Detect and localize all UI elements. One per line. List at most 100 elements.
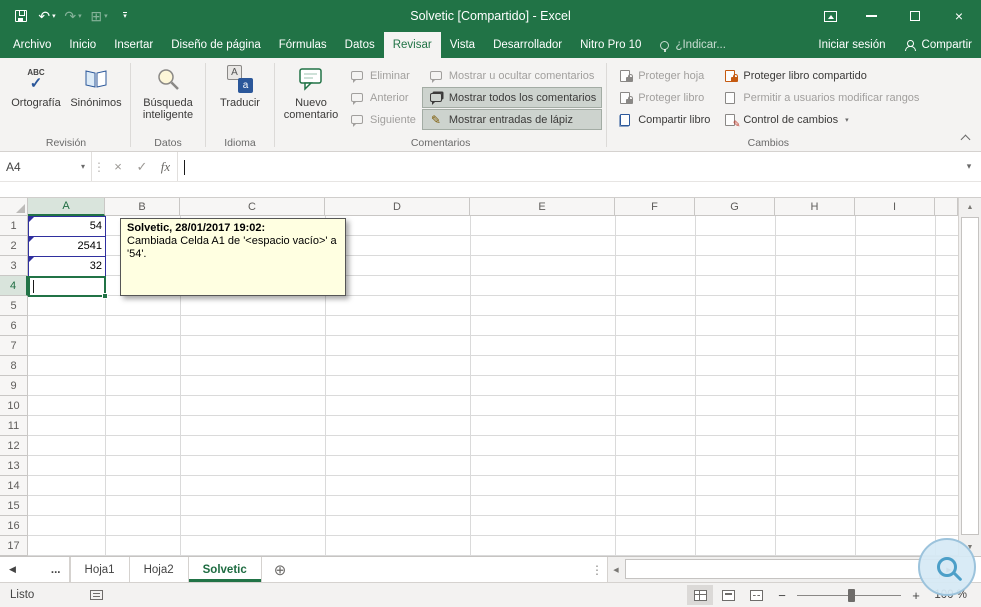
- select-all-button[interactable]: [0, 198, 28, 216]
- active-cell-a4[interactable]: [28, 276, 108, 299]
- tab-formulas[interactable]: Fórmulas: [270, 32, 336, 58]
- protect-sheet-button[interactable]: Proteger hoja: [611, 65, 716, 86]
- translate-button[interactable]: A a Traducir: [210, 61, 270, 135]
- formula-input[interactable]: [178, 152, 957, 181]
- column-header-i[interactable]: I: [855, 198, 935, 216]
- tracked-change-comment-box[interactable]: Solvetic, 28/01/2017 19:02: Cambiada Cel…: [120, 218, 346, 296]
- column-header-f[interactable]: F: [615, 198, 695, 216]
- column-header-c[interactable]: C: [180, 198, 325, 216]
- row-header-14[interactable]: 14: [0, 476, 28, 496]
- tab-diseno-de-pagina[interactable]: Diseño de página: [162, 32, 270, 58]
- column-header-d[interactable]: D: [325, 198, 470, 216]
- delete-comment-button[interactable]: Eliminar: [343, 65, 422, 86]
- zoom-in-button[interactable]: +: [903, 588, 929, 603]
- fill-handle[interactable]: [102, 293, 108, 299]
- collapse-ribbon-button[interactable]: [960, 134, 971, 145]
- column-header-b[interactable]: B: [105, 198, 180, 216]
- tab-nitro-pro-10[interactable]: Nitro Pro 10: [571, 32, 650, 58]
- zoom-level[interactable]: 100 %: [929, 589, 981, 601]
- formula-bar-drag-handle[interactable]: ⋮: [92, 152, 106, 181]
- sheet-overflow-button[interactable]: ...: [43, 557, 70, 582]
- column-header-partial[interactable]: [935, 198, 958, 216]
- name-box[interactable]: A4 ▾: [0, 152, 92, 181]
- row-header-15[interactable]: 15: [0, 496, 28, 516]
- zoom-slider-thumb[interactable]: [847, 589, 855, 602]
- row-header-1[interactable]: 1: [0, 216, 28, 236]
- customize-qat-button[interactable]: ▾: [114, 3, 136, 29]
- thesaurus-button[interactable]: Sinónimos: [66, 61, 126, 135]
- show-ink-button[interactable]: ✎ Mostrar entradas de lápiz: [421, 109, 603, 130]
- tab-datos[interactable]: Datos: [336, 32, 384, 58]
- row-header-8[interactable]: 8: [0, 356, 28, 376]
- show-hide-comments-button[interactable]: Mostrar u ocultar comentarios: [422, 65, 602, 86]
- vertical-scrollbar[interactable]: ▲ ▼: [958, 198, 981, 556]
- worksheet-area[interactable]: A B C D E F G H I 1 2 3 4 5 6 7 8 9 10 1…: [0, 198, 958, 556]
- scroll-down-button[interactable]: ▼: [959, 538, 981, 556]
- track-changes-button[interactable]: ✎ Control de cambios ▾: [716, 109, 925, 130]
- qat-extra-button[interactable]: ⊞ ▾: [88, 3, 110, 29]
- ribbon-display-options-button[interactable]: [811, 0, 849, 32]
- row-header-4[interactable]: 4: [0, 276, 28, 296]
- smart-lookup-button[interactable]: Búsqueda inteligente: [135, 61, 201, 135]
- row-header-11[interactable]: 11: [0, 416, 28, 436]
- row-header-7[interactable]: 7: [0, 336, 28, 356]
- column-header-g[interactable]: G: [695, 198, 775, 216]
- tell-me-box[interactable]: ¿Indicar...: [650, 32, 736, 58]
- column-header-e[interactable]: E: [470, 198, 615, 216]
- page-layout-view-button[interactable]: [715, 585, 741, 605]
- new-comment-button[interactable]: Nuevo comentario: [279, 61, 343, 135]
- tab-insertar[interactable]: Insertar: [105, 32, 162, 58]
- maximize-button[interactable]: [893, 0, 937, 32]
- accept-entry-button[interactable]: ✓: [130, 152, 154, 181]
- close-button[interactable]: ×: [937, 0, 981, 32]
- insert-function-button[interactable]: fx: [154, 152, 178, 181]
- tab-desarrollador[interactable]: Desarrollador: [484, 32, 571, 58]
- show-all-comments-button[interactable]: Mostrar todos los comentarios: [421, 87, 603, 108]
- spelling-button[interactable]: ABC ✓ Ortografía: [6, 61, 66, 135]
- column-header-a[interactable]: A: [28, 198, 105, 216]
- row-header-13[interactable]: 13: [0, 456, 28, 476]
- scroll-right-button[interactable]: ▶: [941, 566, 957, 574]
- sheet-tab-hoja1[interactable]: Hoja1: [69, 557, 130, 582]
- cells-canvas[interactable]: 54 2541 32 Solvetic, 28/01/2017 19:02: C…: [28, 216, 958, 556]
- zoom-out-button[interactable]: −: [769, 588, 795, 603]
- minimize-button[interactable]: [849, 0, 893, 32]
- share-workbook-button[interactable]: Compartir libro: [611, 109, 716, 130]
- scroll-left-button[interactable]: ◀: [608, 566, 624, 574]
- changed-cell-a2[interactable]: 2541: [28, 236, 106, 257]
- tab-revisar[interactable]: Revisar: [383, 32, 441, 58]
- save-button[interactable]: [10, 3, 32, 29]
- tab-bar-drag-handle[interactable]: ⋮: [587, 557, 607, 582]
- row-header-12[interactable]: 12: [0, 436, 28, 456]
- horizontal-scroll-track[interactable]: [624, 557, 941, 582]
- row-header-17[interactable]: 17: [0, 536, 28, 556]
- sign-in-button[interactable]: Iniciar sesión: [809, 32, 894, 58]
- row-header-2[interactable]: 2: [0, 236, 28, 256]
- column-header-h[interactable]: H: [775, 198, 855, 216]
- row-header-6[interactable]: 6: [0, 316, 28, 336]
- protect-shared-workbook-button[interactable]: Proteger libro compartido: [716, 65, 925, 86]
- new-sheet-button[interactable]: ⊕: [274, 557, 287, 582]
- row-header-5[interactable]: 5: [0, 296, 28, 316]
- undo-button[interactable]: ↶ ▾: [36, 3, 58, 29]
- next-comment-button[interactable]: Siguiente: [343, 109, 422, 130]
- changed-cell-a3[interactable]: 32: [28, 256, 106, 277]
- tab-vista[interactable]: Vista: [441, 32, 484, 58]
- previous-comment-button[interactable]: Anterior: [343, 87, 422, 108]
- expand-formula-bar-button[interactable]: ▾: [957, 152, 981, 181]
- sheet-tab-hoja2[interactable]: Hoja2: [130, 557, 189, 582]
- horizontal-scroll-thumb[interactable]: [625, 559, 940, 579]
- zoom-slider[interactable]: [797, 585, 901, 605]
- row-header-10[interactable]: 10: [0, 396, 28, 416]
- redo-button[interactable]: ↷ ▾: [62, 3, 84, 29]
- tab-inicio[interactable]: Inicio: [60, 32, 105, 58]
- changed-cell-a1[interactable]: 54: [28, 216, 106, 237]
- share-button[interactable]: Compartir: [895, 32, 981, 58]
- sheet-nav-left-button[interactable]: ◀: [0, 557, 25, 582]
- horizontal-scrollbar[interactable]: ◀ ▶: [607, 557, 957, 582]
- row-header-3[interactable]: 3: [0, 256, 28, 276]
- row-header-9[interactable]: 9: [0, 376, 28, 396]
- row-header-16[interactable]: 16: [0, 516, 28, 536]
- tab-archivo[interactable]: Archivo: [4, 32, 60, 58]
- scroll-up-button[interactable]: ▲: [959, 198, 981, 216]
